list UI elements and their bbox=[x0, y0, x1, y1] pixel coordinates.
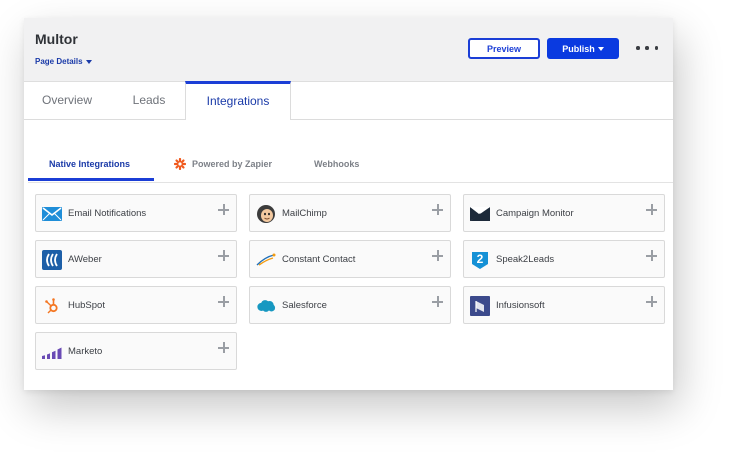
tab-integrations[interactable]: Integrations bbox=[185, 81, 291, 120]
integration-hubspot[interactable]: HubSpot bbox=[35, 286, 237, 324]
add-icon[interactable] bbox=[646, 250, 657, 261]
integration-email-notifications[interactable]: Email Notifications bbox=[35, 194, 237, 232]
hubspot-icon bbox=[42, 296, 62, 316]
publish-button[interactable]: Publish bbox=[547, 38, 619, 59]
integration-label: Constant Contact bbox=[282, 254, 356, 265]
add-icon[interactable] bbox=[432, 250, 443, 261]
tab-overview[interactable]: Overview bbox=[24, 81, 110, 119]
page-details-dropdown[interactable]: Page Details bbox=[35, 57, 92, 66]
marketo-icon bbox=[42, 342, 62, 362]
zapier-icon bbox=[174, 157, 186, 170]
constant-contact-icon bbox=[256, 250, 276, 270]
add-icon[interactable] bbox=[432, 296, 443, 307]
add-icon[interactable] bbox=[646, 204, 657, 215]
page-details-label: Page Details bbox=[35, 57, 83, 66]
speak2leads-icon: 2 bbox=[470, 250, 490, 270]
caret-down-icon bbox=[597, 46, 604, 51]
integration-marketo[interactable]: Marketo bbox=[35, 332, 237, 370]
page-header: Multor Page Details Preview Publish bbox=[24, 18, 673, 82]
add-icon[interactable] bbox=[646, 296, 657, 307]
add-icon[interactable] bbox=[218, 342, 229, 353]
svg-text:2: 2 bbox=[477, 252, 484, 266]
integration-speak2leads[interactable]: 2 Speak2Leads bbox=[463, 240, 665, 278]
integrations-panel: Multor Page Details Preview Publish Over… bbox=[24, 18, 673, 390]
campaign-monitor-icon bbox=[470, 204, 490, 224]
integration-label: Campaign Monitor bbox=[496, 208, 574, 219]
subtab-zapier-label: Powered by Zapier bbox=[192, 159, 273, 169]
add-icon[interactable] bbox=[218, 296, 229, 307]
integration-constant-contact[interactable]: Constant Contact bbox=[249, 240, 451, 278]
integration-label: Infusionsoft bbox=[496, 300, 545, 311]
mailchimp-icon bbox=[256, 204, 276, 224]
add-icon[interactable] bbox=[218, 204, 229, 215]
subtab-webhooks[interactable]: Webhooks bbox=[314, 154, 359, 182]
integration-campaign-monitor[interactable]: Campaign Monitor bbox=[463, 194, 665, 232]
integration-mailchimp[interactable]: MailChimp bbox=[249, 194, 451, 232]
integration-salesforce[interactable]: Salesforce bbox=[249, 286, 451, 324]
integration-label: MailChimp bbox=[282, 208, 327, 219]
integration-aweber[interactable]: AWeber bbox=[35, 240, 237, 278]
integration-label: Marketo bbox=[68, 346, 103, 357]
email-icon bbox=[42, 204, 62, 224]
integration-label: Speak2Leads bbox=[496, 254, 555, 265]
integration-label: HubSpot bbox=[68, 300, 105, 311]
more-options-icon[interactable] bbox=[636, 39, 658, 57]
integration-label: AWeber bbox=[68, 254, 102, 265]
tab-leads[interactable]: Leads bbox=[110, 81, 188, 119]
caret-down-icon bbox=[85, 59, 92, 64]
preview-button[interactable]: Preview bbox=[468, 38, 540, 59]
add-icon[interactable] bbox=[432, 204, 443, 215]
main-tabs: Overview Leads Integrations bbox=[24, 81, 673, 120]
integration-label: Email Notifications bbox=[68, 208, 147, 219]
infusionsoft-icon bbox=[470, 296, 490, 316]
salesforce-icon bbox=[256, 296, 276, 316]
active-subtab-indicator bbox=[28, 178, 154, 181]
aweber-icon bbox=[42, 250, 62, 270]
integration-infusionsoft[interactable]: Infusionsoft bbox=[463, 286, 665, 324]
subtab-powered-by-zapier[interactable]: Powered by Zapier bbox=[174, 154, 272, 182]
integration-label: Salesforce bbox=[282, 300, 327, 311]
add-icon[interactable] bbox=[218, 250, 229, 261]
page-title: Multor bbox=[35, 31, 78, 47]
publish-label: Publish bbox=[562, 43, 595, 54]
integration-subtabs: Native Integrations Powered by Zapier We… bbox=[28, 154, 673, 183]
